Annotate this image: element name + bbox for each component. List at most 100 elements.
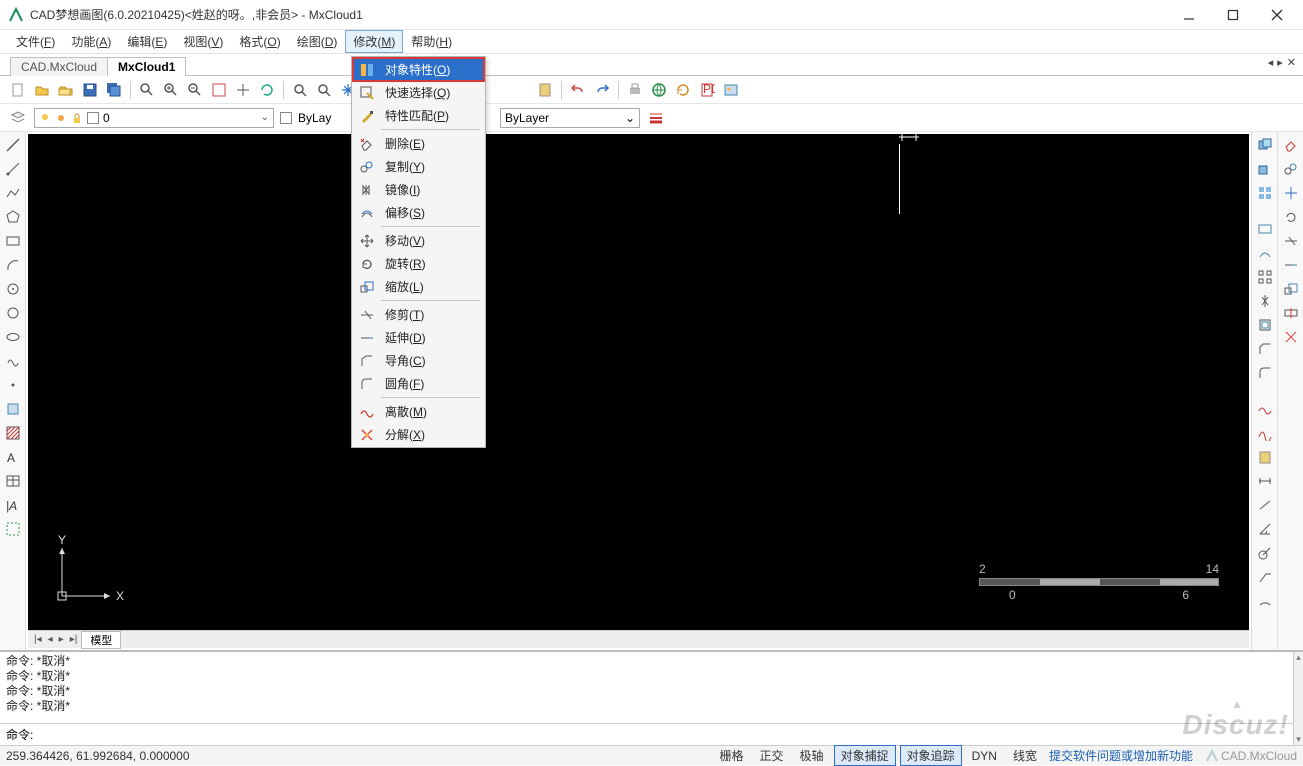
menu-view[interactable]: 视图(V) xyxy=(175,30,231,53)
layout-tab-model[interactable]: 模型 xyxy=(81,631,121,649)
dim-radius-icon[interactable] xyxy=(1256,544,1274,562)
extend-tool-icon[interactable] xyxy=(1282,256,1300,274)
grid-icon[interactable] xyxy=(1256,268,1274,286)
dim-linear-icon[interactable] xyxy=(1256,472,1274,490)
linetype-combo[interactable]: ByLayer ⌄ xyxy=(500,108,640,128)
rect-tool-icon[interactable] xyxy=(1256,220,1274,238)
line-icon[interactable] xyxy=(4,136,22,154)
pdf-icon[interactable]: PDF xyxy=(697,80,717,100)
menu-item-erase[interactable]: 删除(E) xyxy=(353,132,484,155)
offset-tool-icon[interactable] xyxy=(1256,316,1274,334)
extrude-icon[interactable] xyxy=(1256,244,1274,262)
menu-item-mirror[interactable]: 镜像(I) xyxy=(353,178,484,201)
text-icon[interactable]: A xyxy=(4,448,22,466)
polyline-icon[interactable] xyxy=(4,184,22,202)
menu-item-properties[interactable]: 对象特性(O) xyxy=(353,58,484,81)
menu-modify[interactable]: 修改(M) xyxy=(345,30,403,53)
image-icon[interactable] xyxy=(721,80,741,100)
menu-item-match-props[interactable]: 特性匹配(P) xyxy=(353,104,484,127)
close-button[interactable] xyxy=(1263,5,1291,25)
save-icon[interactable] xyxy=(80,80,100,100)
mirror-tool-icon[interactable] xyxy=(1256,292,1274,310)
chamfer-tool-icon[interactable] xyxy=(1256,340,1274,358)
new-icon[interactable] xyxy=(8,80,28,100)
menu-format[interactable]: 格式(O) xyxy=(231,30,288,53)
toggle-ortho[interactable]: 正交 xyxy=(754,746,790,765)
menu-item-chamfer[interactable]: 导角(C) xyxy=(353,349,484,372)
print-icon[interactable] xyxy=(625,80,645,100)
menu-item-trim[interactable]: 修剪(T) xyxy=(353,303,484,326)
status-feedback-link[interactable]: 提交软件问题或增加新功能 xyxy=(1045,747,1197,764)
layout-next-icon[interactable]: ▸ xyxy=(57,634,66,645)
menu-function[interactable]: 功能(A) xyxy=(63,30,119,53)
zoom-out-icon[interactable] xyxy=(185,80,205,100)
zoom-all-icon[interactable] xyxy=(233,80,253,100)
command-input[interactable] xyxy=(33,728,1287,742)
break-tool-icon[interactable] xyxy=(1256,400,1274,418)
toggle-otrack[interactable]: 对象追踪 xyxy=(900,745,962,766)
globe-icon[interactable] xyxy=(649,80,669,100)
table-icon[interactable] xyxy=(4,472,22,490)
region-icon[interactable] xyxy=(4,520,22,538)
array-tool-icon[interactable] xyxy=(1256,184,1274,202)
maximize-button[interactable] xyxy=(1219,5,1247,25)
menu-item-rotate[interactable]: 旋转(R) xyxy=(353,252,484,275)
menu-item-copy[interactable]: 复制(Y) xyxy=(353,155,484,178)
zoom-in-icon[interactable] xyxy=(161,80,181,100)
dim-angular-icon[interactable] xyxy=(1256,520,1274,538)
zoom-window-icon[interactable] xyxy=(137,80,157,100)
toggle-osnap[interactable]: 对象捕捉 xyxy=(834,745,896,766)
toggle-polar[interactable]: 极轴 xyxy=(794,746,830,765)
tabs-close-icon[interactable]: ✕ xyxy=(1286,56,1297,69)
layer-manager-icon[interactable] xyxy=(8,108,28,128)
toggle-grid[interactable]: 栅格 xyxy=(714,746,750,765)
dim-aligned-icon[interactable] xyxy=(1256,496,1274,514)
toggle-lwt[interactable]: 线宽 xyxy=(1007,746,1043,765)
fillet-tool-icon[interactable] xyxy=(1256,364,1274,382)
arc-icon[interactable] xyxy=(4,256,22,274)
saveall-icon[interactable] xyxy=(104,80,124,100)
redo-icon[interactable] xyxy=(592,80,612,100)
command-scrollbar[interactable] xyxy=(1293,652,1303,745)
undo-icon[interactable] xyxy=(568,80,588,100)
layer-combo[interactable]: 0 ⌄ xyxy=(34,108,274,128)
rotate-tool-icon[interactable] xyxy=(1282,208,1300,226)
menu-item-fillet[interactable]: 圆角(F) xyxy=(353,372,484,395)
drawing-canvas[interactable]: Y X 214 06 xyxy=(28,134,1249,630)
zoom-real-icon[interactable] xyxy=(314,80,334,100)
minimize-button[interactable] xyxy=(1175,5,1203,25)
menu-item-quick-select[interactable]: 快速选择(Q) xyxy=(353,81,484,104)
menu-item-move[interactable]: 移动(V) xyxy=(353,229,484,252)
spline-icon[interactable] xyxy=(4,280,22,298)
color-button[interactable] xyxy=(280,112,292,124)
explode-tool-icon[interactable] xyxy=(1282,328,1300,346)
menu-item-extend[interactable]: 延伸(D) xyxy=(353,326,484,349)
mtext-icon[interactable]: |A xyxy=(4,496,22,514)
dim-arc-icon[interactable] xyxy=(1256,592,1274,610)
copy-tool-icon[interactable] xyxy=(1256,136,1274,154)
menu-file[interactable]: 文件(F) xyxy=(8,30,63,53)
scale-tool-icon[interactable] xyxy=(1282,280,1300,298)
trim-tool-icon[interactable] xyxy=(1282,232,1300,250)
layout-first-icon[interactable]: |◂ xyxy=(32,634,44,645)
hatch-icon[interactable] xyxy=(4,424,22,442)
leader-icon[interactable] xyxy=(1256,568,1274,586)
stretch-tool-icon[interactable] xyxy=(1282,304,1300,322)
circle-icon[interactable] xyxy=(4,304,22,322)
tabs-scroll-right-icon[interactable]: ▸ xyxy=(1276,56,1284,69)
tab-cad-mxcloud[interactable]: CAD.MxCloud xyxy=(10,57,108,76)
paste-icon[interactable] xyxy=(535,80,555,100)
zoom-prev-icon[interactable] xyxy=(290,80,310,100)
layout-prev-icon[interactable]: ◂ xyxy=(46,634,55,645)
polygon-icon[interactable] xyxy=(4,208,22,226)
refresh-icon[interactable] xyxy=(673,80,693,100)
toggle-dyn[interactable]: DYN xyxy=(966,748,1003,764)
ellipse-icon[interactable] xyxy=(4,328,22,346)
menu-item-break[interactable]: 离散(M) xyxy=(353,400,484,423)
block-icon[interactable] xyxy=(4,400,22,418)
open-folder-icon[interactable] xyxy=(56,80,76,100)
move-tool-icon[interactable] xyxy=(1256,160,1274,178)
ray-icon[interactable] xyxy=(4,160,22,178)
menu-help[interactable]: 帮助(H) xyxy=(403,30,460,53)
menu-edit[interactable]: 编辑(E) xyxy=(119,30,175,53)
